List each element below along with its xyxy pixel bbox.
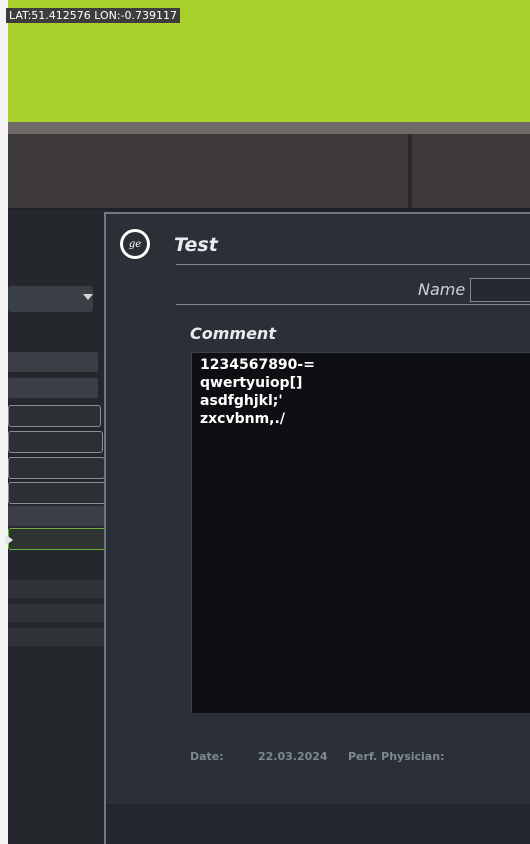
date-label: Date: bbox=[190, 750, 224, 763]
left-field[interactable] bbox=[8, 482, 107, 504]
dialog-title: Test bbox=[174, 234, 218, 256]
wall-edge bbox=[0, 0, 8, 844]
left-row[interactable] bbox=[8, 604, 108, 622]
left-row[interactable] bbox=[8, 628, 108, 646]
comment-line: asdfghjkl;' bbox=[200, 393, 283, 409]
comment-line: zxcvbnm,./ bbox=[200, 411, 285, 427]
left-row[interactable] bbox=[8, 580, 108, 598]
dialog-bottom bbox=[106, 804, 530, 844]
monitor-bezel bbox=[8, 134, 530, 210]
left-dropdown[interactable] bbox=[8, 286, 93, 312]
date-value: 22.03.2024 bbox=[258, 750, 328, 763]
test-dialog: ge Test Name Comment 1234567890-= qwerty… bbox=[104, 212, 530, 844]
left-field[interactable] bbox=[8, 405, 101, 427]
mouse-cursor-icon bbox=[5, 534, 13, 546]
bezel-seam bbox=[408, 134, 412, 210]
left-active-field[interactable] bbox=[8, 528, 109, 550]
left-row[interactable] bbox=[8, 506, 104, 526]
divider bbox=[176, 264, 530, 265]
ge-logo-mark: ge bbox=[123, 232, 147, 256]
geotag-overlay: LAT:51.412576 LON:-0.739117 bbox=[6, 8, 181, 23]
divider bbox=[176, 304, 530, 305]
comment-line: 1234567890-= bbox=[200, 357, 315, 373]
left-row[interactable] bbox=[8, 352, 98, 372]
name-input[interactable] bbox=[470, 278, 530, 302]
left-row[interactable] bbox=[8, 378, 98, 398]
chevron-down-icon bbox=[83, 294, 93, 300]
ge-logo-icon: ge bbox=[120, 229, 150, 259]
name-label: Name bbox=[418, 280, 466, 299]
comment-textarea[interactable]: 1234567890-= qwertyuiop[] asdfghjkl;' zx… bbox=[191, 352, 530, 713]
left-field[interactable] bbox=[8, 431, 103, 453]
comment-line: qwertyuiop[] bbox=[200, 375, 303, 391]
comment-label: Comment bbox=[190, 324, 276, 343]
photo-background: ge Test Name Comment 1234567890-= qwerty… bbox=[0, 0, 530, 844]
left-field[interactable] bbox=[8, 457, 105, 479]
perf-physician-label: Perf. Physician: bbox=[348, 750, 445, 763]
